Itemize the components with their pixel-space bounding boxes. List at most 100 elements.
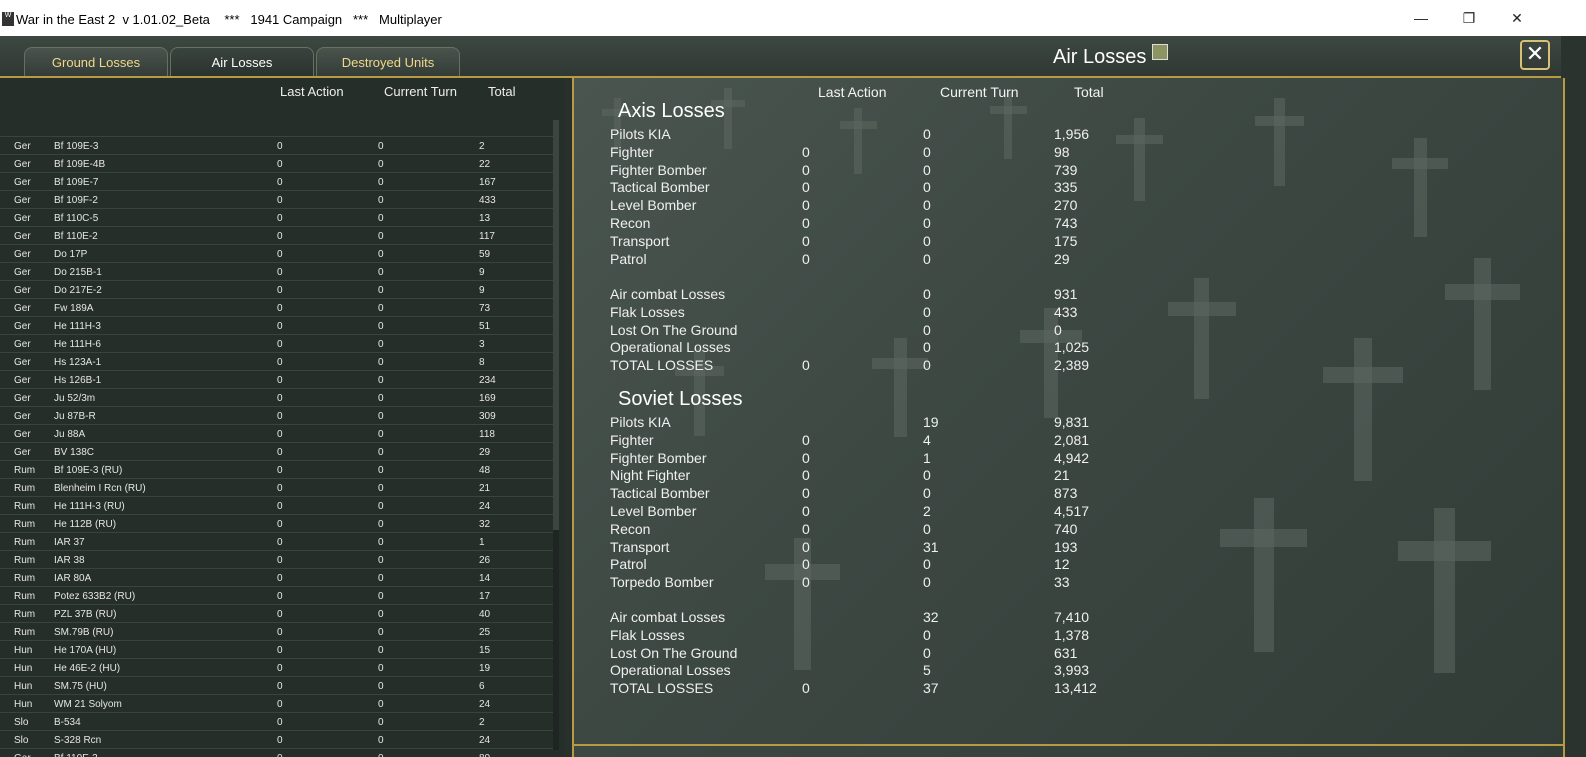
- total-value: 270: [1054, 197, 1078, 214]
- current-turn-value: 4: [923, 431, 931, 448]
- aircraft-type-cell: SM.79B (RU): [54, 627, 114, 638]
- minimize-button[interactable]: —: [1410, 8, 1432, 28]
- game-frame: Ground Losses Air Losses Destroyed Units…: [0, 36, 1565, 757]
- summary-row: Level Bomber 0 0 270: [574, 197, 1554, 215]
- current-turn-cell: 0: [378, 267, 384, 278]
- last-action-cell: 0: [277, 591, 283, 602]
- table-row[interactable]: Slo B-534 0 0 2: [0, 712, 555, 731]
- last-action-value: 0: [802, 215, 810, 231]
- total-cell: 40: [479, 609, 491, 620]
- last-action-cell: 0: [277, 627, 283, 638]
- table-row[interactable]: Ger Bf 110C-5 0 0 13: [0, 208, 555, 227]
- current-turn-cell: 0: [378, 519, 384, 530]
- table-row[interactable]: Ger Do 217E-2 0 0 9: [0, 280, 555, 299]
- table-row[interactable]: Ger Hs 123A-1 0 0 8: [0, 352, 555, 371]
- nation-cell: Rum: [14, 573, 36, 584]
- summary-row: Patrol 0 0 12: [574, 556, 1554, 574]
- restore-button[interactable]: ❐: [1458, 8, 1480, 28]
- list-scrollbar[interactable]: [553, 120, 559, 750]
- table-row[interactable]: Rum He 112B (RU) 0 0 32: [0, 514, 555, 533]
- total-cell: 1: [479, 537, 485, 548]
- nation-cell: Hun: [14, 681, 33, 692]
- table-row[interactable]: Hun WM 21 Solyom 0 0 24: [0, 694, 555, 713]
- table-row[interactable]: Hun He 46E-2 (HU) 0 0 19: [0, 658, 555, 677]
- total-cell: 309: [479, 411, 496, 422]
- table-row[interactable]: Ger Bf 109E-4B 0 0 22: [0, 154, 555, 173]
- row-label: Patrol: [610, 556, 647, 573]
- summary-row: Fighter 0 4 2,081: [574, 432, 1554, 450]
- table-row[interactable]: Rum IAR 80A 0 0 14: [0, 568, 555, 587]
- tab-ground-losses[interactable]: Ground Losses: [24, 47, 168, 76]
- summary-row: Torpedo Bomber 0 0 33: [574, 574, 1554, 592]
- table-row[interactable]: Ger BV 138C 0 0 29: [0, 442, 555, 461]
- table-row[interactable]: Rum Bf 109E-3 (RU) 0 0 48: [0, 460, 555, 479]
- table-row[interactable]: Rum SM.79B (RU) 0 0 25: [0, 622, 555, 641]
- current-turn-cell: 0: [378, 339, 384, 350]
- current-turn-value: 2: [923, 503, 931, 519]
- window-titlebar: W War in the East 2 v 1.01.02_Beta *** 1…: [0, 0, 1586, 36]
- table-row[interactable]: Rum He 111H-3 (RU) 0 0 24: [0, 496, 555, 515]
- table-row[interactable]: Ger Ju 52/3m 0 0 169: [0, 388, 555, 407]
- table-row[interactable]: Ger Bf 110E-3 0 0 80: [0, 748, 555, 757]
- table-row[interactable]: Rum Potez 633B2 (RU) 0 0 17: [0, 586, 555, 605]
- table-row[interactable]: Ger Hs 126B-1 0 0 234: [0, 370, 555, 389]
- aircraft-type-cell: Bf 109E-4B: [54, 159, 106, 170]
- panel-close-button[interactable]: ✕: [1520, 40, 1550, 70]
- last-action-value: 0: [802, 250, 810, 267]
- table-row[interactable]: Ger Bf 109E-3 0 0 2: [0, 136, 555, 155]
- total-value: 7,410: [1054, 609, 1090, 625]
- current-turn-cell: 0: [378, 429, 384, 440]
- nation-cell: Ger: [14, 339, 31, 350]
- tab-air-losses[interactable]: Air Losses: [170, 47, 314, 76]
- total-cell: 13: [479, 213, 491, 224]
- total-cell: 24: [479, 735, 491, 746]
- table-row[interactable]: Ger Bf 109E-7 0 0 167: [0, 172, 555, 191]
- table-row[interactable]: Ger Do 215B-1 0 0 9: [0, 262, 555, 281]
- table-row[interactable]: Slo S-328 Rcn 0 0 24: [0, 730, 555, 749]
- last-action-value: 0: [802, 467, 810, 484]
- last-action-value: 0: [802, 431, 810, 448]
- current-turn-cell: 0: [378, 375, 384, 386]
- row-label: Pilots KIA: [610, 126, 671, 142]
- aircraft-type-cell: PZL 37B (RU): [54, 609, 117, 620]
- table-row[interactable]: Hun He 170A (HU) 0 0 15: [0, 640, 555, 659]
- aircraft-type-cell: IAR 38: [54, 555, 85, 566]
- total-value: 3,993: [1054, 662, 1090, 679]
- row-label: Operational Losses: [610, 662, 731, 679]
- last-action-cell: 0: [277, 573, 283, 584]
- total-cell: 59: [479, 249, 491, 260]
- info-icon[interactable]: [1152, 44, 1169, 60]
- last-action-cell: 0: [277, 357, 283, 368]
- window-close-button[interactable]: ✕: [1506, 8, 1528, 28]
- nation-cell: Ger: [14, 303, 31, 314]
- total-cell: 234: [479, 375, 496, 386]
- row-label: Fighter Bomber: [610, 449, 707, 466]
- table-row[interactable]: Rum IAR 38 0 0 26: [0, 550, 555, 569]
- table-row[interactable]: Ger He 111H-6 0 0 3: [0, 334, 555, 353]
- current-turn-cell: 0: [378, 537, 384, 548]
- nation-cell: Ger: [14, 231, 31, 242]
- table-row[interactable]: Ger Do 17P 0 0 59: [0, 244, 555, 263]
- table-row[interactable]: Rum PZL 37B (RU) 0 0 40: [0, 604, 555, 623]
- table-row[interactable]: Ger He 111H-3 0 0 51: [0, 316, 555, 335]
- table-row[interactable]: Ger Ju 87B-R 0 0 309: [0, 406, 555, 425]
- current-turn-value: 1: [923, 449, 931, 466]
- row-label: Tactical Bomber: [610, 179, 710, 196]
- table-row[interactable]: Ger Bf 110E-2 0 0 117: [0, 226, 555, 245]
- last-action-value: 0: [802, 503, 810, 519]
- current-turn-cell: 0: [378, 735, 384, 746]
- summary-row: Transport 0 0 175: [574, 233, 1554, 251]
- current-turn-cell: 0: [378, 447, 384, 458]
- table-row[interactable]: Ger Bf 109F-2 0 0 433: [0, 190, 555, 209]
- aircraft-type-cell: Bf 110E-3: [54, 753, 98, 757]
- total-value: 739: [1054, 161, 1078, 178]
- table-row[interactable]: Ger Fw 189A 0 0 73: [0, 298, 555, 317]
- table-row[interactable]: Rum IAR 37 0 0 1: [0, 532, 555, 551]
- tab-destroyed-units[interactable]: Destroyed Units: [316, 47, 460, 76]
- aircraft-type-cell: Bf 109E-3 (RU): [54, 465, 123, 476]
- table-row[interactable]: Rum Blenheim I Rcn (RU) 0 0 21: [0, 478, 555, 497]
- table-row[interactable]: Hun SM.75 (HU) 0 0 6: [0, 676, 555, 695]
- scrollbar-thumb[interactable]: [553, 120, 559, 530]
- table-row[interactable]: Ger Ju 88A 0 0 118: [0, 424, 555, 443]
- aircraft-type-cell: S-328 Rcn: [54, 735, 102, 746]
